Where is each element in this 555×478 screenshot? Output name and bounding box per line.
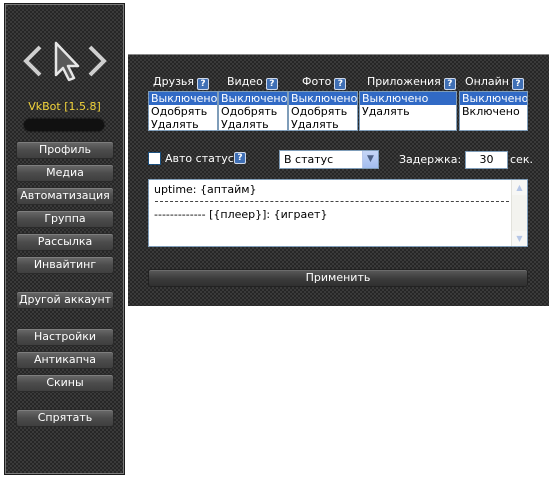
list-option[interactable]: Включено (460, 105, 527, 118)
online-listbox[interactable]: Выключено Включено (459, 91, 528, 131)
online-title: Онлайн (465, 75, 509, 88)
list-option[interactable]: Удалять (289, 118, 357, 130)
version-label: VkBot [1.5.8] (28, 100, 101, 113)
username-redacted (24, 119, 104, 131)
scroll-up-icon[interactable]: ▲ (512, 180, 527, 195)
help-icon[interactable]: ? (197, 78, 210, 90)
help-icon[interactable]: ? (443, 78, 456, 90)
list-option[interactable]: Удалять (219, 118, 287, 130)
list-option[interactable]: Одобрять (289, 105, 357, 118)
skins-button[interactable]: Скины (16, 374, 114, 392)
help-icon[interactable]: ? (334, 78, 347, 90)
apps-title: Приложения (367, 75, 441, 88)
automation-button[interactable]: Автоматизация (16, 187, 114, 205)
mailing-button[interactable]: Рассылка (16, 233, 114, 251)
auto-status-checkbox[interactable] (148, 152, 161, 165)
photo-listbox[interactable]: Выключено Одобрять Удалять (288, 91, 358, 131)
list-option[interactable]: Удалять (360, 105, 456, 118)
scrollbar[interactable]: ▲ ▼ (511, 180, 527, 246)
photo-header: Фото? (302, 75, 347, 90)
inviting-button[interactable]: Инвайтинг (16, 256, 114, 274)
profile-button[interactable]: Профиль (16, 141, 114, 159)
friends-listbox[interactable]: Выключено Одобрять Удалять (148, 91, 218, 131)
friends-title: Друзья (153, 75, 195, 88)
list-option[interactable]: Выключено (219, 92, 287, 105)
list-option[interactable]: Одобрять (219, 105, 287, 118)
delay-input[interactable]: 30 (465, 151, 508, 169)
friends-header: Друзья? (153, 75, 210, 90)
delay-unit: сек. (510, 153, 533, 166)
hide-button[interactable]: Спрятать (16, 409, 114, 427)
logo-icon (23, 41, 107, 82)
help-icon[interactable]: ? (234, 152, 246, 164)
divider (155, 201, 509, 202)
scroll-down-icon[interactable]: ▼ (512, 231, 527, 246)
list-option[interactable]: Выключено (289, 92, 357, 105)
media-button[interactable]: Медиа (16, 164, 114, 182)
video-listbox[interactable]: Выключено Одобрять Удалять (218, 91, 288, 131)
template-line: uptime: {аптайм} (154, 183, 257, 196)
video-title: Видео (227, 75, 263, 88)
apps-listbox[interactable]: Выключено Удалять (359, 91, 457, 131)
status-target-value: В статус (284, 153, 334, 166)
chevron-down-icon[interactable]: ▼ (362, 151, 378, 168)
list-option[interactable]: Выключено (460, 92, 527, 105)
list-option[interactable]: Выключено (149, 92, 217, 105)
group-button[interactable]: Группа (16, 210, 114, 228)
apply-button[interactable]: Применить (148, 269, 528, 287)
template-line: ------------- [{плеер}]: {играет} (154, 208, 328, 221)
online-header: Онлайн? (465, 75, 524, 90)
sidebar: VkBot [1.5.8] Профиль Медиа Автоматизаци… (4, 3, 125, 475)
list-option[interactable]: Одобрять (149, 105, 217, 118)
list-option[interactable]: Удалять (149, 118, 217, 130)
photo-title: Фото (302, 75, 332, 88)
auto-status-label: Авто статус? (165, 152, 240, 165)
status-target-select[interactable]: В статус ▼ (279, 150, 379, 169)
help-icon[interactable]: ? (265, 78, 278, 90)
help-icon[interactable]: ? (511, 78, 524, 90)
status-template-textarea[interactable]: uptime: {аптайм} ------------- [{плеер}]… (148, 179, 528, 247)
delay-label: Задержка: (399, 153, 462, 166)
video-header: Видео? (227, 75, 278, 90)
apps-header: Приложения? (367, 75, 456, 90)
settings-button[interactable]: Настройки (16, 328, 114, 346)
other-account-button[interactable]: Другой аккаунт (16, 291, 114, 309)
anticaptcha-button[interactable]: Антикапча (16, 351, 114, 369)
list-option[interactable]: Выключено (360, 92, 456, 105)
